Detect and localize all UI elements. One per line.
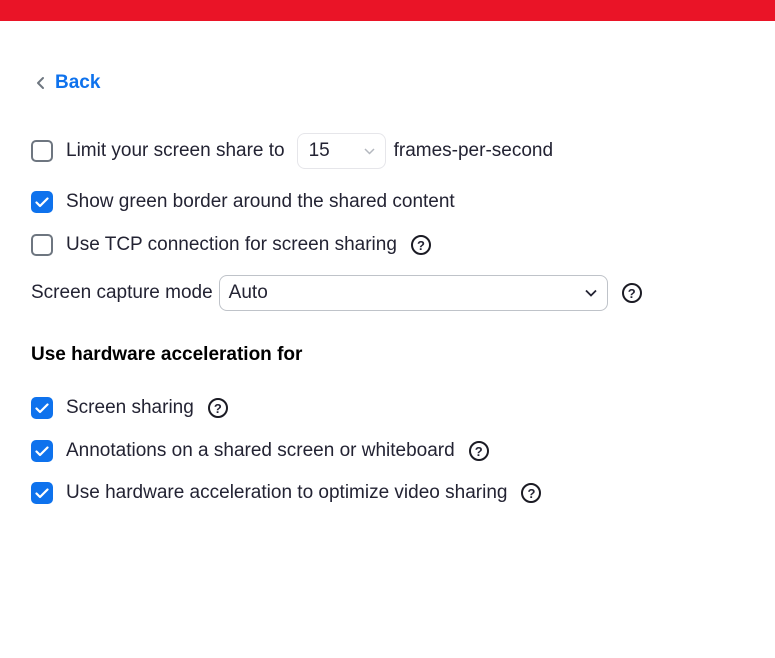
- chevron-down-icon: [585, 289, 597, 297]
- hw-screen-sharing-checkbox[interactable]: [31, 397, 53, 419]
- tcp-label: Use TCP connection for screen sharing: [66, 234, 397, 255]
- top-bar: [0, 0, 775, 21]
- hw-video-row: Use hardware acceleration to optimize vi…: [31, 482, 542, 504]
- hw-video-checkbox[interactable]: [31, 482, 53, 504]
- checkmark-icon: [35, 487, 49, 498]
- capture-mode-row: Screen capture mode Auto ?: [31, 275, 642, 311]
- help-icon[interactable]: ?: [621, 283, 642, 303]
- green-border-checkbox[interactable]: [31, 191, 53, 213]
- tcp-checkbox[interactable]: [31, 234, 53, 256]
- fps-select[interactable]: 15: [296, 133, 386, 169]
- help-icon[interactable]: ?: [410, 235, 431, 255]
- back-link[interactable]: Back: [36, 72, 100, 94]
- help-icon[interactable]: ?: [468, 441, 489, 461]
- green-border-row: Show green border around the shared cont…: [31, 191, 455, 213]
- help-icon[interactable]: ?: [207, 398, 228, 418]
- fps-limit-checkbox[interactable]: [31, 140, 53, 162]
- help-icon[interactable]: ?: [521, 483, 542, 503]
- chevron-down-icon: [364, 147, 375, 155]
- hw-annotations-label: Annotations on a shared screen or whiteb…: [66, 440, 455, 461]
- green-border-label: Show green border around the shared cont…: [66, 191, 455, 212]
- capture-mode-value: Auto: [228, 282, 268, 303]
- capture-mode-label: Screen capture mode: [31, 282, 213, 303]
- fps-unit-label: frames-per-second: [393, 140, 554, 161]
- hw-screen-sharing-label: Screen sharing: [66, 397, 194, 418]
- fps-limit-row: Limit your screen share to 15 frames-per…: [31, 133, 553, 169]
- checkmark-icon: [35, 445, 49, 456]
- capture-mode-select[interactable]: Auto: [218, 275, 608, 311]
- hw-video-label: Use hardware acceleration to optimize vi…: [66, 482, 508, 503]
- checkmark-icon: [35, 196, 49, 207]
- hw-annotations-checkbox[interactable]: [31, 440, 53, 462]
- hw-accel-heading: Use hardware acceleration for: [31, 344, 303, 365]
- fps-value: 15: [308, 140, 330, 161]
- fps-limit-label: Limit your screen share to: [66, 140, 285, 161]
- tcp-row: Use TCP connection for screen sharing ?: [31, 234, 431, 256]
- chevron-left-icon: [37, 77, 44, 89]
- hw-screen-sharing-row: Screen sharing ?: [31, 397, 228, 419]
- hw-annotations-row: Annotations on a shared screen or whiteb…: [31, 440, 489, 462]
- back-label: Back: [55, 72, 101, 93]
- checkmark-icon: [35, 402, 49, 413]
